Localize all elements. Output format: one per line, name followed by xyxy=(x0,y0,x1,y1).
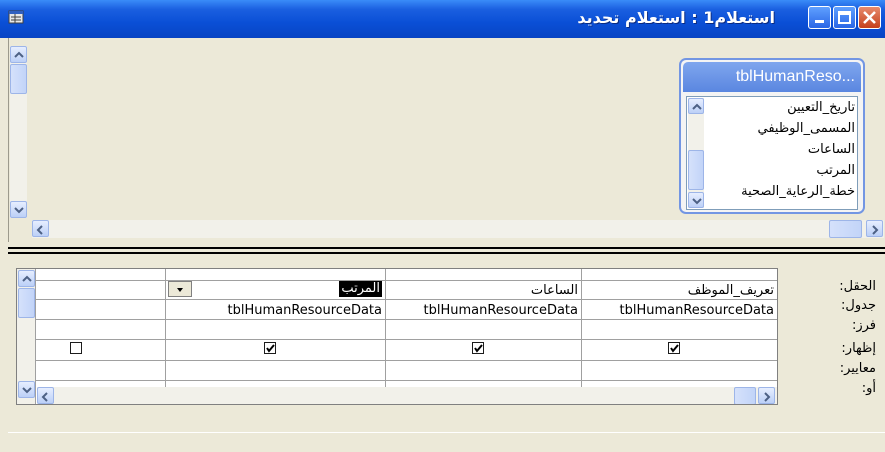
field-dropdown-button[interactable] xyxy=(168,281,192,297)
field-item[interactable]: تاريخ_التعيين xyxy=(787,100,855,115)
checkmark-icon xyxy=(474,344,483,353)
close-button[interactable] xyxy=(858,6,881,29)
chevron-up-icon xyxy=(14,51,24,58)
grid-field-cell[interactable]: الساعات xyxy=(531,283,578,298)
pane-splitter[interactable] xyxy=(0,243,885,257)
scroll-down-button[interactable] xyxy=(10,201,27,218)
chevron-down-icon xyxy=(14,207,24,214)
query-design-window: استعلام1 : استعلام تحديد tblHumanReso...… xyxy=(0,0,885,452)
grid-row-line xyxy=(17,339,777,340)
field-item[interactable]: خطة_الرعاية_الصحية xyxy=(741,184,855,199)
grid-row-line xyxy=(17,319,777,320)
grid-horizontal-thumb[interactable] xyxy=(734,387,756,404)
scroll-up-button[interactable] xyxy=(10,46,27,63)
scroll-thumb[interactable] xyxy=(10,64,27,94)
row-label-criteria: معايير: xyxy=(839,361,876,376)
grid-scroll-down[interactable] xyxy=(18,381,35,398)
field-list-header[interactable]: tblHumanReso... xyxy=(683,62,861,92)
grid-table-cell[interactable]: tblHumanResourceData xyxy=(619,303,774,318)
chevron-down-icon xyxy=(22,387,32,394)
window-bottom-border xyxy=(8,432,885,452)
field-list-scroll-up[interactable] xyxy=(688,98,704,114)
grid-col-line xyxy=(35,269,36,404)
chevron-left-icon xyxy=(41,392,48,402)
horizontal-scroll-thumb[interactable] xyxy=(829,220,862,238)
grid-vertical-scrollbar[interactable] xyxy=(17,269,35,404)
grid-col-line xyxy=(385,269,386,404)
minimize-icon xyxy=(815,20,824,23)
splitter-line xyxy=(8,247,885,249)
grid-field-cell[interactable]: تعريف_الموظف xyxy=(688,283,774,298)
grid-field-cell-selected[interactable]: المرتب xyxy=(339,281,382,297)
dropdown-arrow-icon xyxy=(177,288,183,292)
field-list-scrollbar[interactable] xyxy=(688,98,704,208)
grid-row-line xyxy=(17,280,777,281)
close-icon xyxy=(863,11,876,24)
scroll-right-button[interactable] xyxy=(866,220,883,237)
access-window-icon[interactable] xyxy=(8,9,24,25)
title-bar[interactable]: استعلام1 : استعلام تحديد xyxy=(0,0,885,38)
grid-scroll-thumb[interactable] xyxy=(18,288,35,318)
scroll-left-button[interactable] xyxy=(32,220,49,237)
show-checkbox[interactable] xyxy=(472,342,484,354)
row-label-table: جدول: xyxy=(841,298,876,313)
field-item[interactable]: الساعات xyxy=(808,142,855,157)
field-list-scroll-down[interactable] xyxy=(688,192,704,208)
row-label-field: الحقل: xyxy=(839,279,876,294)
chevron-left-icon xyxy=(36,225,43,235)
chevron-up-icon xyxy=(692,103,702,110)
grid-row-line xyxy=(17,380,777,381)
show-checkbox[interactable] xyxy=(264,342,276,354)
checkmark-icon xyxy=(266,344,275,353)
grid-col-line xyxy=(165,269,166,404)
table-pane-vertical-scrollbar[interactable] xyxy=(10,46,27,218)
chevron-down-icon xyxy=(692,198,702,205)
splitter-line xyxy=(8,252,885,254)
grid-scroll-right[interactable] xyxy=(758,387,775,404)
minimize-button[interactable] xyxy=(808,6,831,29)
field-list[interactable]: تاريخ_التعيين المسمى_الوظيفي الساعات الم… xyxy=(686,96,858,210)
window-title: استعلام1 : استعلام تحديد xyxy=(577,8,775,27)
field-item[interactable]: المسمى_الوظيفي xyxy=(757,121,855,136)
field-list-title: tblHumanReso... xyxy=(735,68,855,85)
chevron-right-icon xyxy=(764,392,771,402)
show-checkbox[interactable] xyxy=(668,342,680,354)
grid-table-cell[interactable]: tblHumanResourceData xyxy=(423,303,578,318)
field-item[interactable]: المرتب xyxy=(816,163,855,178)
maximize-icon xyxy=(838,11,851,24)
chevron-up-icon xyxy=(22,275,32,282)
grid-table-cell[interactable]: tblHumanResourceData xyxy=(227,303,382,318)
table-field-list[interactable]: tblHumanReso... تاريخ_التعيين المسمى_الو… xyxy=(679,58,865,214)
grid-scroll-up[interactable] xyxy=(18,270,35,287)
grid-row-line xyxy=(17,360,777,361)
grid-col-line xyxy=(581,269,582,404)
row-label-or: أو: xyxy=(861,381,876,396)
row-label-show: إظهار: xyxy=(841,341,876,356)
query-design-grid[interactable]: تعريف_الموظف tblHumanResourceData الساعا… xyxy=(16,268,778,405)
grid-row-line xyxy=(17,299,777,300)
maximize-button[interactable] xyxy=(833,6,856,29)
grid-horizontal-scrollbar[interactable] xyxy=(37,387,777,404)
show-checkbox-unchecked[interactable] xyxy=(70,342,82,354)
chevron-right-icon xyxy=(872,225,879,235)
checkmark-icon xyxy=(670,344,679,353)
table-pane-horizontal-scrollbar[interactable] xyxy=(32,220,884,238)
field-list-scroll-thumb[interactable] xyxy=(688,150,704,190)
grid-scroll-left[interactable] xyxy=(37,387,54,404)
row-label-sort: فرز: xyxy=(851,318,876,333)
